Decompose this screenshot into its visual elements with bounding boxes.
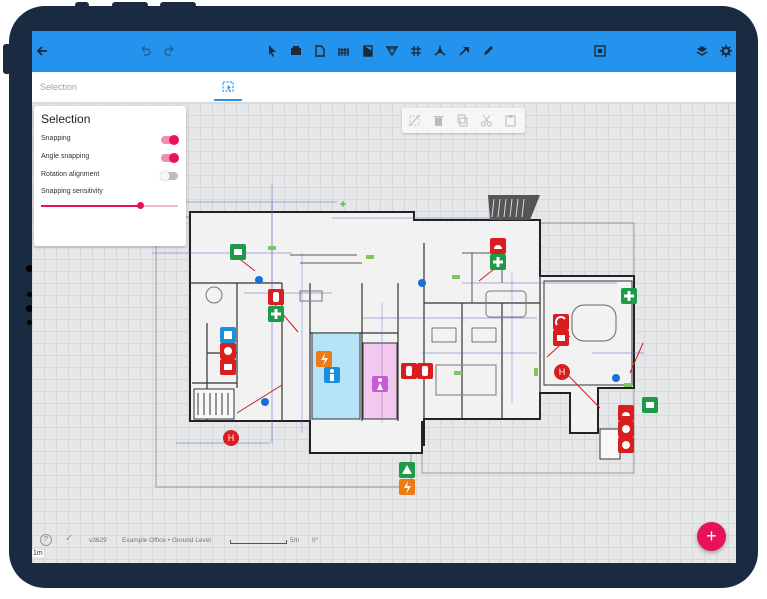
first-aid-sign[interactable] <box>268 306 284 322</box>
slider-fill <box>41 205 140 207</box>
hydrant-sign[interactable]: H <box>554 364 570 380</box>
hardware-button <box>160 2 196 8</box>
delete-icon[interactable] <box>432 114 445 127</box>
mode-label: Selection <box>40 82 78 92</box>
exit-sign[interactable] <box>642 397 658 413</box>
node-icon[interactable] <box>432 44 448 60</box>
angle-snapping-label: Angle snapping <box>41 153 90 160</box>
exit-sign[interactable] <box>230 244 246 260</box>
active-tab-underline <box>214 99 242 101</box>
back-arrow-icon[interactable] <box>34 44 50 60</box>
grid-icon[interactable] <box>408 44 424 60</box>
status-bar: ? ✓ v3629 Example Office • Ground Level … <box>32 533 432 547</box>
toggle-knob <box>160 171 170 181</box>
svg-text:H: H <box>559 367 566 377</box>
svg-text:H: H <box>228 433 235 443</box>
wall-icon[interactable] <box>288 44 304 60</box>
qr-icon[interactable] <box>592 44 608 60</box>
rotation-alignment-toggle[interactable] <box>160 171 178 181</box>
fire-alarm-sign[interactable] <box>490 238 506 254</box>
snapping-sensitivity-slider[interactable] <box>41 202 178 209</box>
angle-text: 0° <box>312 537 319 544</box>
info-sign[interactable] <box>220 327 236 343</box>
snapping-sensitivity-label: Snapping sensitivity <box>41 188 103 195</box>
fire-sprinkler-sign[interactable] <box>618 421 634 437</box>
top-toolbar <box>32 31 736 72</box>
fire-alarm-sign[interactable] <box>553 330 569 346</box>
warning-sign[interactable] <box>399 462 415 478</box>
first-aid-sign[interactable] <box>490 254 506 270</box>
panel-title: Selection <box>41 112 91 126</box>
fire-extinguisher-sign[interactable] <box>401 363 417 379</box>
gear-icon[interactable] <box>718 44 734 60</box>
copy-icon[interactable] <box>456 114 469 127</box>
redo-icon[interactable] <box>162 44 178 60</box>
toggle-knob <box>169 153 179 163</box>
electrical-hazard-sign[interactable] <box>399 479 415 495</box>
restroom-male-sign[interactable] <box>324 367 340 383</box>
stairs-icon[interactable] <box>336 44 352 60</box>
version-text: v3629 <box>89 537 107 544</box>
cut-icon[interactable] <box>480 114 493 127</box>
hardware-button <box>75 2 89 8</box>
deselect-icon[interactable] <box>408 114 421 127</box>
slider-thumb[interactable] <box>136 202 144 209</box>
corner-scale-label: 1m <box>32 550 44 557</box>
check-icon[interactable]: ✓ <box>65 533 73 544</box>
restroom-female-sign[interactable] <box>372 376 388 392</box>
fire-extinguisher-sign[interactable] <box>618 437 634 453</box>
project-text: Example Office • Ground Level <box>122 537 211 544</box>
fire-alarm-sign[interactable] <box>618 405 634 421</box>
pointer-icon[interactable] <box>264 44 280 60</box>
hardware-button <box>3 44 11 74</box>
hardware-button <box>112 2 148 8</box>
mode-bar: Selection <box>32 72 736 103</box>
pencil-icon[interactable] <box>480 44 496 60</box>
selection-panel: Selection Snapping Angle snapping Rotati… <box>34 106 186 246</box>
add-button[interactable]: + <box>697 522 726 551</box>
door-icon[interactable] <box>360 44 376 60</box>
undo-icon[interactable] <box>137 44 153 60</box>
app-screen: Selection H H Selection Snapping Angle s… <box>32 31 736 563</box>
first-aid-sign[interactable] <box>621 288 637 304</box>
funnel-icon[interactable] <box>384 44 400 60</box>
snapping-toggle[interactable] <box>161 135 179 145</box>
selection-action-bar <box>402 108 525 133</box>
angle-snapping-toggle[interactable] <box>161 153 179 163</box>
toggle-knob <box>169 135 179 145</box>
help-icon[interactable]: ? <box>40 534 52 546</box>
room-icon[interactable] <box>312 44 328 60</box>
arrow-icon[interactable] <box>456 44 472 60</box>
scale-text: 5m <box>290 537 300 544</box>
rotation-alignment-label: Rotation alignment <box>41 171 100 178</box>
snapping-label: Snapping <box>41 135 71 142</box>
fire-alarm-sign[interactable] <box>220 359 236 375</box>
fire-phone-sign[interactable] <box>553 314 569 330</box>
fire-hose-sign[interactable] <box>417 363 433 379</box>
layers-icon[interactable] <box>694 44 710 60</box>
electrical-hazard-sign[interactable] <box>316 351 332 367</box>
scale-bar <box>230 540 287 544</box>
selection-mode-icon[interactable] <box>220 79 236 95</box>
paste-icon[interactable] <box>504 114 517 127</box>
fire-extinguisher-sign[interactable] <box>268 289 284 305</box>
hydrant-sign[interactable]: H <box>223 430 239 446</box>
fire-extinguisher-sign[interactable] <box>220 343 236 359</box>
